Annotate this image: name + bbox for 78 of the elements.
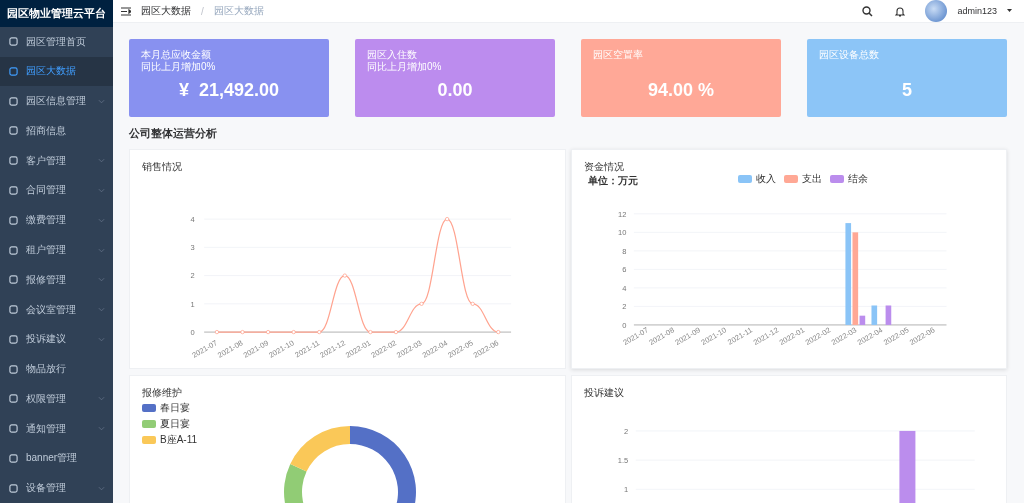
menu-icon — [9, 453, 18, 463]
menu-icon — [9, 215, 18, 225]
panel-title: 销售情况 — [142, 160, 183, 174]
menu-icon — [9, 483, 18, 493]
axis-label: 4 — [190, 214, 195, 224]
card-subtitle: 同比上月增加0% — [141, 61, 217, 73]
data-point — [393, 330, 399, 335]
menu-icon — [9, 305, 18, 315]
legend-label[interactable]: 春日宴 — [160, 401, 190, 415]
axis-label: 1 — [623, 485, 628, 495]
unit-label: 单位：万元 — [587, 174, 638, 188]
data-point — [214, 330, 219, 335]
card-title: 本月总应收金额 — [141, 49, 212, 61]
bar — [885, 305, 891, 325]
data-point — [317, 330, 322, 335]
app-title: 园区物业管理云平台 — [0, 0, 113, 27]
card-value: 5 — [901, 80, 913, 101]
legend-label[interactable]: B座A-11 — [160, 433, 198, 447]
legend-label[interactable]: 收入 — [755, 172, 776, 186]
menu-icon — [9, 245, 18, 255]
menu-icon — [9, 156, 18, 166]
axis-label: 8 — [621, 246, 626, 256]
menu-icon — [9, 334, 18, 344]
axis-label: 2 — [623, 426, 628, 436]
data-point — [496, 330, 501, 335]
card-value: ¥ 21,492.00 — [177, 80, 281, 101]
legend-label[interactable]: 结余 — [847, 172, 868, 186]
panel-title: 资金情况 — [583, 160, 625, 174]
breadcrumb-separator: / — [201, 5, 204, 17]
card-title: 园区空置率 — [593, 49, 644, 61]
menu-icon — [9, 424, 18, 434]
card-title: 园区入住数 — [367, 49, 418, 61]
axis-label: 4 — [621, 283, 626, 293]
panel-title: 投诉建议 — [583, 386, 625, 400]
search-icon[interactable] — [862, 5, 874, 17]
data-point — [419, 301, 424, 306]
axis-label: 0 — [190, 327, 195, 337]
axis-label: 3 — [190, 243, 195, 253]
axis-label: 1 — [190, 299, 195, 309]
axis-label: 2 — [621, 302, 626, 312]
data-point — [368, 330, 373, 335]
sidebar-item[interactable]: 园区大数据 — [0, 56, 113, 87]
card-value: 94.00 % — [646, 80, 716, 101]
card-title: 园区设备总数 — [819, 49, 880, 61]
menu-icon — [9, 66, 18, 76]
section-title: 公司整体运营分析 — [129, 127, 218, 141]
breadcrumb-item: 园区大数据 — [213, 4, 264, 18]
data-point — [470, 301, 475, 306]
data-point — [240, 330, 245, 335]
menu-icon — [9, 394, 18, 404]
menu-icon — [9, 186, 18, 195]
username[interactable]: admin123 — [957, 6, 997, 16]
card-value: 0.00 — [436, 80, 474, 101]
data-point — [266, 330, 271, 335]
panel-title: 报修维护 — [142, 386, 183, 400]
menu-icon[interactable] — [121, 6, 131, 16]
data-point — [445, 217, 450, 222]
axis-label: 2 — [190, 271, 195, 281]
axis-label: 10 — [617, 228, 626, 238]
data-point — [342, 273, 347, 278]
data-point — [291, 330, 296, 335]
bell-icon[interactable] — [895, 5, 906, 17]
card-subtitle: 同比上月增加0% — [367, 61, 443, 73]
avatar[interactable] — [925, 0, 948, 22]
axis-label: 6 — [621, 265, 626, 275]
menu-icon — [9, 364, 18, 374]
axis-label: 0 — [621, 320, 626, 330]
menu-icon — [9, 37, 18, 47]
legend-label[interactable]: 支出 — [801, 172, 822, 186]
axis-label: 12 — [617, 209, 626, 219]
caret-icon[interactable] — [1007, 9, 1012, 13]
axis-label: 1.5 — [617, 455, 628, 465]
menu-icon — [9, 275, 18, 285]
bar — [871, 305, 877, 325]
menu-icon — [9, 126, 18, 136]
breadcrumb-item[interactable]: 园区大数据 — [141, 4, 191, 18]
legend-label[interactable]: 夏日宴 — [160, 417, 190, 431]
menu-icon — [9, 96, 18, 106]
